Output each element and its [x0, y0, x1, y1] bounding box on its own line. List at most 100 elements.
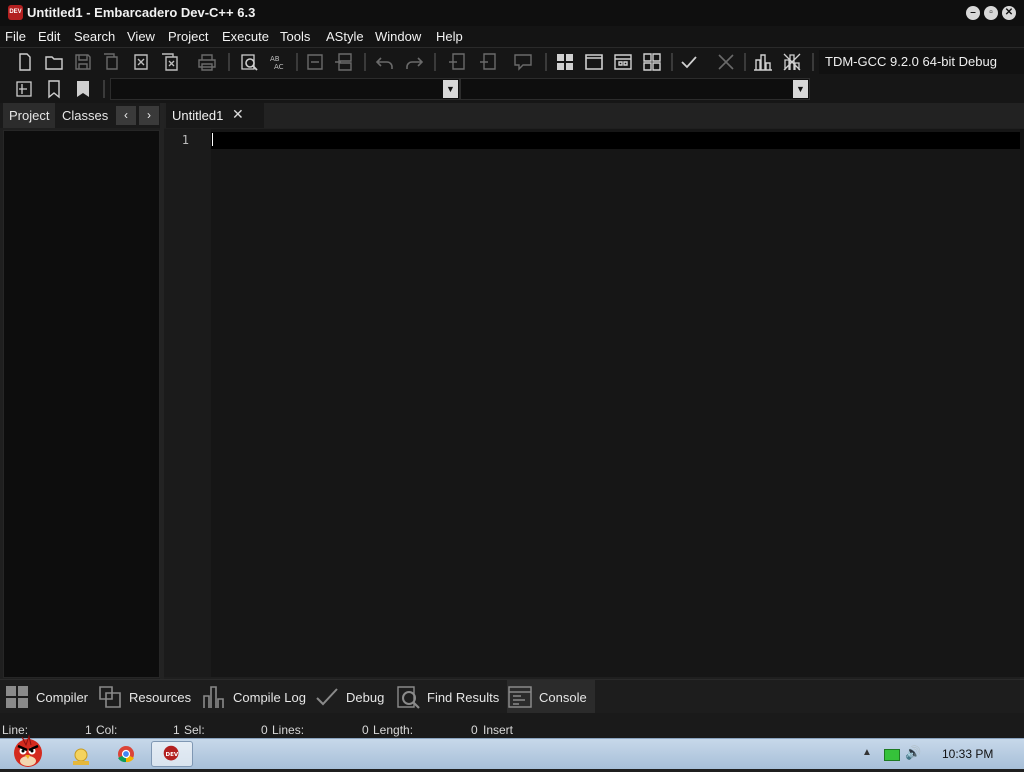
tab-project[interactable]: Project — [3, 103, 56, 128]
tab-find-results[interactable]: Find Results — [395, 680, 499, 714]
status-sel-label: Sel: — [184, 723, 205, 737]
undo-icon[interactable] — [374, 51, 396, 73]
toolbar-separator — [744, 53, 746, 71]
indent-icon[interactable] — [304, 51, 326, 73]
tab-console[interactable]: Console — [507, 680, 595, 714]
svg-text:AB: AB — [270, 55, 280, 63]
goto-bookmark-icon[interactable] — [72, 78, 94, 100]
taskbar-chrome[interactable] — [105, 741, 147, 767]
main-toolbar: AB AC TDM-GCC 9.2.0 64-bit Debug — [0, 47, 1024, 77]
chevron-down-icon[interactable]: ▼ — [793, 80, 808, 98]
close-all-icon[interactable] — [159, 51, 181, 73]
chrome-icon — [118, 746, 134, 763]
editor-scrollbar[interactable] — [1020, 129, 1024, 677]
compiler-profile-select[interactable]: TDM-GCC 9.2.0 64-bit Debug — [819, 50, 1024, 74]
grid-icon — [6, 686, 28, 708]
resources-icon — [99, 686, 121, 708]
taskbar-clock[interactable]: 10:33 PM — [942, 747, 993, 761]
syntax-check-icon[interactable] — [678, 51, 700, 73]
chart-icon — [203, 686, 224, 708]
show-hidden-icons-icon[interactable]: ▲ — [862, 747, 872, 758]
run-icon[interactable] — [583, 51, 605, 73]
taskbar-devcpp[interactable]: DEV — [151, 741, 193, 767]
redo-icon[interactable] — [403, 51, 425, 73]
open-folder-icon[interactable] — [43, 51, 65, 73]
menu-file[interactable]: File — [5, 29, 26, 44]
menu-edit[interactable]: Edit — [38, 29, 60, 44]
compile-icon[interactable] — [554, 51, 576, 73]
project-tree[interactable] — [3, 130, 160, 678]
menu-astyle[interactable]: AStyle — [326, 29, 364, 44]
find-icon[interactable] — [238, 51, 260, 73]
save-all-icon[interactable] — [101, 51, 123, 73]
project-options-icon[interactable] — [512, 51, 534, 73]
text-caret — [212, 133, 213, 146]
profile-icon[interactable] — [752, 51, 774, 73]
taskbar: DEV ▲ 🔊 10:33 PM — [0, 734, 1024, 769]
menu-project[interactable]: Project — [168, 29, 208, 44]
tab-classes[interactable]: Classes — [56, 103, 114, 128]
remove-from-project-icon[interactable] — [477, 51, 499, 73]
tab-compile-log[interactable]: Compile Log — [201, 680, 306, 714]
tab-find-results-label: Find Results — [427, 689, 500, 705]
toolbar-separator — [103, 80, 105, 98]
chevron-down-icon[interactable]: ▼ — [443, 80, 458, 98]
unindent-icon[interactable] — [333, 51, 355, 73]
start-button[interactable] — [4, 733, 50, 769]
menu-window[interactable]: Window — [375, 29, 421, 44]
print-icon[interactable] — [196, 51, 218, 73]
line-number-gutter: 1 — [164, 129, 211, 677]
save-icon[interactable] — [72, 51, 94, 73]
active-line-highlight — [211, 132, 1020, 149]
network-icon[interactable] — [884, 749, 900, 761]
app-icon: DEV — [8, 5, 23, 20]
new-file-icon[interactable] — [14, 51, 36, 73]
restore-button[interactable]: ▫ — [984, 6, 998, 20]
class-browser-combo[interactable]: ▼ — [110, 78, 460, 100]
secondary-toolbar: ▼ ▼ — [0, 76, 1024, 103]
toolbar-separator — [364, 53, 366, 71]
stop-execution-icon[interactable] — [715, 51, 737, 73]
devcpp-icon: DEV — [163, 745, 179, 761]
rebuild-all-icon[interactable] — [641, 51, 663, 73]
close-icon[interactable]: ✕ — [232, 106, 244, 123]
menu-tools[interactable]: Tools — [280, 29, 310, 44]
code-editor[interactable] — [211, 129, 1020, 677]
replace-icon[interactable]: AB AC — [267, 51, 289, 73]
volume-icon[interactable]: 🔊 — [905, 745, 921, 761]
compile-run-icon[interactable] — [612, 51, 634, 73]
function-browser-combo[interactable]: ▼ — [460, 78, 810, 100]
editor-tabs: Untitled1 ✕ — [164, 103, 1024, 128]
status-length-label: Length: — [373, 723, 414, 737]
minimize-button[interactable]: – — [966, 6, 980, 20]
tab-scroll-left-button[interactable]: ‹ — [116, 106, 136, 125]
angry-bird-icon — [14, 734, 42, 767]
editor-tab-untitled1[interactable]: Untitled1 ✕ — [166, 103, 264, 128]
add-to-project-icon[interactable] — [446, 51, 468, 73]
check-icon — [316, 688, 338, 706]
console-icon — [508, 686, 532, 708]
svg-text:AC: AC — [274, 63, 284, 71]
tab-debug[interactable]: Debug — [314, 680, 384, 714]
svg-text:DEV: DEV — [166, 752, 179, 758]
menu-execute[interactable]: Execute — [222, 29, 269, 44]
toolbar-separator — [545, 53, 547, 71]
tab-resources[interactable]: Resources — [97, 680, 191, 714]
status-sel-value: 0 — [261, 723, 268, 737]
tab-compiler-label: Compiler — [36, 689, 89, 705]
delete-profile-icon[interactable] — [781, 51, 803, 73]
menu-bar: File Edit Search View Project Execute To… — [0, 26, 1024, 47]
toggle-bookmark-icon[interactable] — [43, 78, 65, 100]
toolbar-separator — [812, 53, 814, 71]
goto-line-icon[interactable] — [13, 78, 35, 100]
menu-help[interactable]: Help — [436, 29, 463, 44]
close-button[interactable]: ✕ — [1002, 6, 1016, 20]
status-lines-label: Lines: — [272, 723, 305, 737]
tab-scroll-right-button[interactable]: › — [139, 106, 159, 125]
status-col-label: Col: — [96, 723, 118, 737]
menu-search[interactable]: Search — [74, 29, 115, 44]
menu-view[interactable]: View — [127, 29, 155, 44]
close-file-icon[interactable] — [130, 51, 152, 73]
tab-compiler[interactable]: Compiler — [4, 680, 88, 714]
taskbar-explorer[interactable] — [60, 741, 102, 767]
